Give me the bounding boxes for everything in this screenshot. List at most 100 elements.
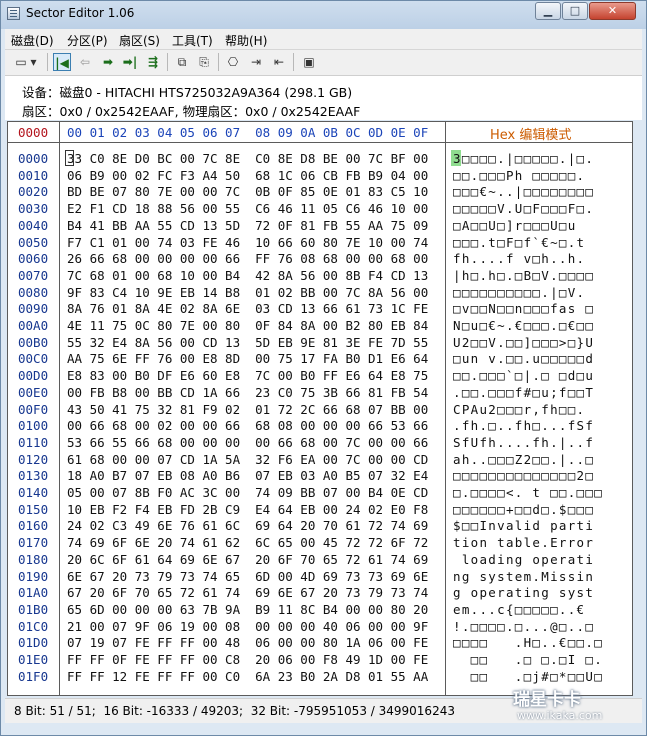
row-hex-bytes[interactable]: 53 66 55 66 68 00 00 00 00 66 68 00 7C 0…: [67, 435, 428, 450]
row-ascii[interactable]: ah..□□□Z2□□.|..□: [453, 452, 594, 467]
row-hex-bytes[interactable]: 33 C0 8E D0 BC 00 7C 8E C0 8E D8 BE 00 7…: [67, 151, 428, 166]
watermark-url: www.ikaka.com: [517, 709, 603, 722]
row-offset: 0010: [18, 167, 49, 183]
row-ascii[interactable]: □□ .□ □.□I □.: [453, 652, 603, 667]
row-ascii[interactable]: $□□Invalid parti: [453, 518, 594, 533]
export-icon[interactable]: ⇤: [270, 53, 288, 71]
row-hex-bytes[interactable]: 07 19 07 FE FF FF 00 48 06 00 00 80 1A 0…: [67, 635, 428, 650]
row-ascii[interactable]: 3□□□□.|□□□□□.|□.: [453, 151, 594, 166]
row-ascii[interactable]: ng system.Missin: [453, 569, 594, 584]
row-hex-bytes[interactable]: 9F 83 C4 10 9E EB 14 B8 01 02 BB 00 7C 8…: [67, 285, 428, 300]
row-hex-bytes[interactable]: 7C 68 01 00 68 10 00 B4 42 8A 56 00 8B F…: [67, 268, 428, 283]
row-hex-bytes[interactable]: 65 6D 00 00 00 63 7B 9A B9 11 8C B4 00 0…: [67, 602, 428, 617]
previous-sector-icon[interactable]: ⇦: [76, 53, 94, 71]
sector-info-line: 扇区：0x0 / 0x2542EAAF, 物理扇区：0x0 / 0x2542EA…: [22, 104, 361, 119]
goto-sector-icon[interactable]: ⇶: [144, 53, 162, 71]
drive-select-dropdown[interactable]: ▭ ▾: [9, 53, 43, 71]
row-ascii[interactable]: □□□□ .H□..€□□.□: [453, 635, 603, 650]
row-hex-bytes[interactable]: 06 B9 00 02 FC F3 A4 50 68 1C 06 CB FB B…: [67, 168, 428, 183]
row-hex-bytes[interactable]: 10 EB F2 F4 EB FD 2B C9 E4 64 EB 00 24 0…: [67, 502, 428, 517]
menu-disk[interactable]: 磁盘(D): [11, 32, 54, 49]
row-ascii[interactable]: □□□□□□□□□□.|□V.: [453, 285, 585, 300]
row-hex-bytes[interactable]: 20 6C 6F 61 64 69 6E 67 20 6F 70 65 72 6…: [67, 552, 428, 567]
row-hex-bytes[interactable]: F7 C1 01 00 74 03 FE 46 10 66 60 80 7E 1…: [67, 235, 428, 250]
row-ascii[interactable]: em...c{□□□□□..€: [453, 602, 594, 617]
row-hex-bytes[interactable]: 8A 76 01 8A 4E 02 8A 6E 03 CD 13 66 61 7…: [67, 301, 428, 316]
minimize-button[interactable]: ▁: [535, 2, 561, 20]
close-button[interactable]: ✕: [589, 2, 636, 20]
find-icon[interactable]: ⎔: [224, 53, 242, 71]
title-bar[interactable]: Sector Editor 1.06 ▁ □ ✕: [1, 1, 646, 28]
row-hex-bytes[interactable]: FF FF 12 FE FF FF 00 C0 6A 23 B0 2A D8 0…: [67, 669, 428, 684]
row-hex-bytes[interactable]: 00 FB B8 00 BB CD 1A 66 23 C0 75 3B 66 8…: [67, 385, 428, 400]
menu-partition[interactable]: 分区(P): [67, 32, 108, 49]
row-ascii[interactable]: !.□□□□.□...@□..□: [453, 619, 594, 634]
row-ascii[interactable]: □□□□□V.U□F□□□F□.: [453, 201, 594, 216]
row-offset: 0140: [18, 485, 49, 500]
save-icon[interactable]: ▣: [300, 53, 318, 71]
row-ascii[interactable]: .□□.□□□f#□u;f□□T: [453, 385, 594, 400]
row-offset: 0030: [18, 201, 49, 217]
paste-icon[interactable]: ⎘: [195, 53, 213, 71]
row-hex-bytes[interactable]: FF FF 0F FE FF FF 00 C8 20 06 00 F8 49 1…: [67, 652, 428, 667]
row-hex-bytes[interactable]: 24 02 C3 49 6E 76 61 6C 69 64 20 70 61 7…: [67, 518, 428, 533]
copy-icon[interactable]: ⧉: [173, 53, 191, 71]
row-ascii[interactable]: □un v.□□.u□□□□□d: [453, 351, 594, 366]
maximize-button[interactable]: □: [562, 2, 588, 20]
row-offset: 0150: [18, 501, 49, 517]
row-ascii[interactable]: U2□□V.□□]□□□>□}U: [453, 335, 594, 350]
row-ascii[interactable]: CPAu2□□□r,fh□□.: [453, 402, 585, 417]
row-ascii[interactable]: □□□□□□+□□d□.$□□□: [453, 502, 594, 517]
row-offset: 0080: [18, 284, 49, 300]
row-hex-bytes[interactable]: 18 A0 B7 07 EB 08 A0 B6 07 EB 03 A0 B5 0…: [67, 468, 428, 483]
row-ascii[interactable]: □□□€~..|□□□□□□□□: [453, 184, 594, 199]
row-hex-bytes[interactable]: 74 69 6F 6E 20 74 61 62 6C 65 00 45 72 7…: [67, 535, 428, 550]
row-hex-bytes[interactable]: 43 50 41 75 32 81 F9 02 01 72 2C 66 68 0…: [67, 402, 428, 417]
row-ascii[interactable]: loading operati: [453, 552, 594, 567]
row-ascii[interactable]: tion table.Error: [453, 535, 594, 550]
row-offset: 01B0: [18, 601, 49, 617]
window-title: Sector Editor 1.06: [26, 6, 135, 20]
row-ascii[interactable]: N□u□€~.€□□□.□€□□: [453, 318, 594, 333]
row-hex-bytes[interactable]: 55 32 E4 8A 56 00 CD 13 5D EB 9E 81 3E F…: [67, 335, 428, 350]
row-ascii[interactable]: .fh.□..fh□...fSf: [453, 418, 594, 433]
menu-help[interactable]: 帮助(H): [225, 32, 267, 49]
row-hex-bytes[interactable]: 00 66 68 00 02 00 00 66 68 08 00 00 00 6…: [67, 418, 428, 433]
row-hex-bytes[interactable]: 21 00 07 9F 06 19 00 08 00 00 00 40 06 0…: [67, 619, 428, 634]
row-offset: 00A0: [18, 318, 49, 333]
next-sector-icon[interactable]: ➡: [99, 53, 117, 71]
first-sector-icon[interactable]: |◀: [53, 53, 71, 71]
row-ascii[interactable]: fh....f v□h..h.: [453, 251, 585, 266]
row-hex-bytes[interactable]: B4 41 BB AA 55 CD 13 5D 72 0F 81 FB 55 A…: [67, 218, 428, 233]
row-hex-bytes[interactable]: E8 83 00 B0 DF E6 60 E8 7C 00 B0 FF E6 6…: [67, 368, 428, 383]
last-sector-icon[interactable]: ➡|: [121, 53, 139, 71]
row-hex-bytes[interactable]: 05 00 07 8B F0 AC 3C 00 74 09 BB 07 00 B…: [67, 485, 428, 500]
row-ascii[interactable]: g operating syst: [453, 585, 594, 600]
menu-bar: 磁盘(D) 分区(P) 扇区(S) 工具(T) 帮助(H): [5, 29, 642, 50]
row-hex-bytes[interactable]: 6E 67 20 73 79 73 74 65 6D 00 4D 69 73 7…: [67, 569, 428, 584]
row-offset: 00E0: [18, 384, 49, 400]
row-ascii[interactable]: □□.□□□Ph □□□□□.: [453, 168, 585, 183]
hex-editor-panel[interactable]: 0000 00 01 02 03 04 05 06 07 08 09 0A 0B…: [7, 121, 633, 696]
menu-sector[interactable]: 扇区(S): [119, 32, 160, 49]
row-hex-bytes[interactable]: E2 F1 CD 18 88 56 00 55 C6 46 11 05 C6 4…: [67, 201, 428, 216]
menu-tools[interactable]: 工具(T): [172, 32, 213, 49]
row-hex-bytes[interactable]: 61 68 00 00 07 CD 1A 5A 32 F6 EA 00 7C 0…: [67, 452, 428, 467]
row-ascii[interactable]: □□□□□□□□□□□□□□2□: [453, 468, 594, 483]
row-ascii[interactable]: □□ .□j#□*□□U□: [453, 669, 603, 684]
row-hex-bytes[interactable]: 26 66 68 00 00 00 00 66 FF 76 08 68 00 0…: [67, 251, 428, 266]
row-ascii[interactable]: □□.□□□`□|.□ □d□u: [453, 368, 594, 383]
row-ascii[interactable]: □.□□□□<. t □□.□□□: [453, 485, 603, 500]
row-ascii[interactable]: □□□.t□F□f`€~□.t: [453, 235, 585, 250]
row-ascii[interactable]: □v□□N□□n□□□fas □: [453, 301, 594, 316]
row-hex-bytes[interactable]: 67 20 6F 70 65 72 61 74 69 6E 67 20 73 7…: [67, 585, 428, 600]
toolbar: ▭ ▾ |◀ ⇦ ➡ ➡| ⇶ ⧉ ⎘ ⎔ ⇥ ⇤ ▣: [5, 50, 642, 76]
row-ascii[interactable]: □A□□U□]r□□□U□u: [453, 218, 577, 233]
toolbar-separator: [293, 53, 294, 71]
row-hex-bytes[interactable]: AA 75 6E FF 76 00 E8 8D 00 75 17 FA B0 D…: [67, 351, 428, 366]
row-ascii[interactable]: |h□.h□.□B□V.□□□□: [453, 268, 594, 283]
row-hex-bytes[interactable]: BD BE 07 80 7E 00 00 7C 0B 0F 85 0E 01 8…: [67, 184, 428, 199]
row-hex-bytes[interactable]: 4E 11 75 0C 80 7E 00 80 0F 84 8A 00 B2 8…: [67, 318, 428, 333]
row-ascii[interactable]: SfUfh....fh.|..f: [453, 435, 594, 450]
import-icon[interactable]: ⇥: [247, 53, 265, 71]
